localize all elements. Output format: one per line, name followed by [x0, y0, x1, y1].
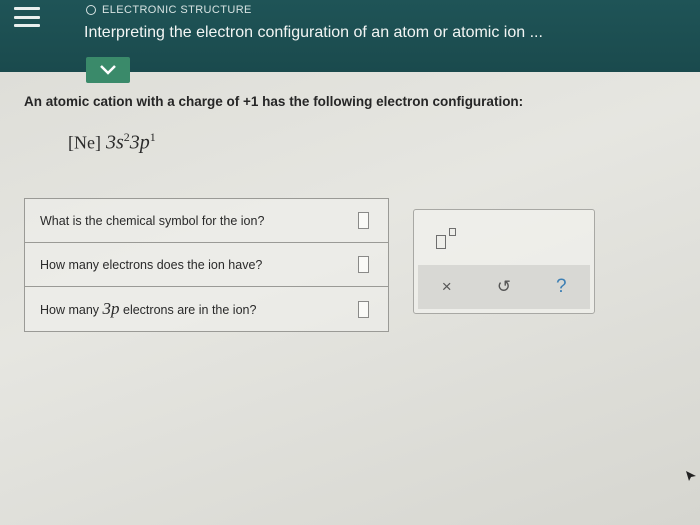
question-row-symbol: What is the chemical symbol for the ion?: [25, 199, 388, 243]
answer-input-electrons[interactable]: [358, 256, 369, 273]
palette-action-bar: × ↺ ?: [418, 265, 590, 309]
answer-input-symbol[interactable]: [358, 212, 369, 229]
section-breadcrumb: ELECTRONIC STRUCTURE: [86, 4, 252, 16]
question-text: How many electrons does the ion have?: [40, 257, 263, 272]
orbital-3p: 3p: [129, 131, 150, 154]
page-title: Interpreting the electron configuration …: [84, 24, 543, 41]
progress-circle-icon: [86, 5, 96, 15]
electron-configuration: [Ne] 3s23p1: [68, 130, 156, 155]
undo-icon[interactable]: ↺: [492, 277, 516, 297]
expand-chevron-button[interactable]: [86, 57, 130, 83]
answer-input-3p-electrons[interactable]: [358, 300, 369, 318]
question-prefix: How many: [40, 303, 103, 317]
question-row-electrons: How many electrons does the ion have?: [25, 243, 388, 287]
section-label: ELECTRONIC STRUCTURE: [102, 4, 252, 16]
hamburger-menu-icon[interactable]: [14, 4, 40, 30]
mouse-cursor-icon: [686, 471, 696, 481]
orbital-highlight: 3p: [102, 299, 120, 318]
orbital-3p-exponent: 1: [149, 130, 156, 144]
chevron-down-icon: [100, 65, 116, 75]
question-text: How many 3p electrons are in the ion?: [40, 299, 256, 319]
superscript-template-icon[interactable]: [436, 228, 462, 250]
tool-palette: × ↺ ?: [413, 209, 595, 314]
problem-statement: An atomic cation with a charge of +1 has…: [24, 94, 524, 109]
noble-gas-core: [Ne]: [68, 132, 101, 153]
clear-icon[interactable]: ×: [435, 277, 459, 297]
question-row-3p-electrons: How many 3p electrons are in the ion?: [25, 287, 388, 331]
orbital-3s: 3s: [105, 131, 124, 154]
question-text: What is the chemical symbol for the ion?: [40, 213, 265, 228]
question-suffix: electrons are in the ion?: [119, 303, 257, 317]
question-table: What is the chemical symbol for the ion?…: [24, 198, 389, 332]
help-icon[interactable]: ?: [549, 276, 573, 298]
